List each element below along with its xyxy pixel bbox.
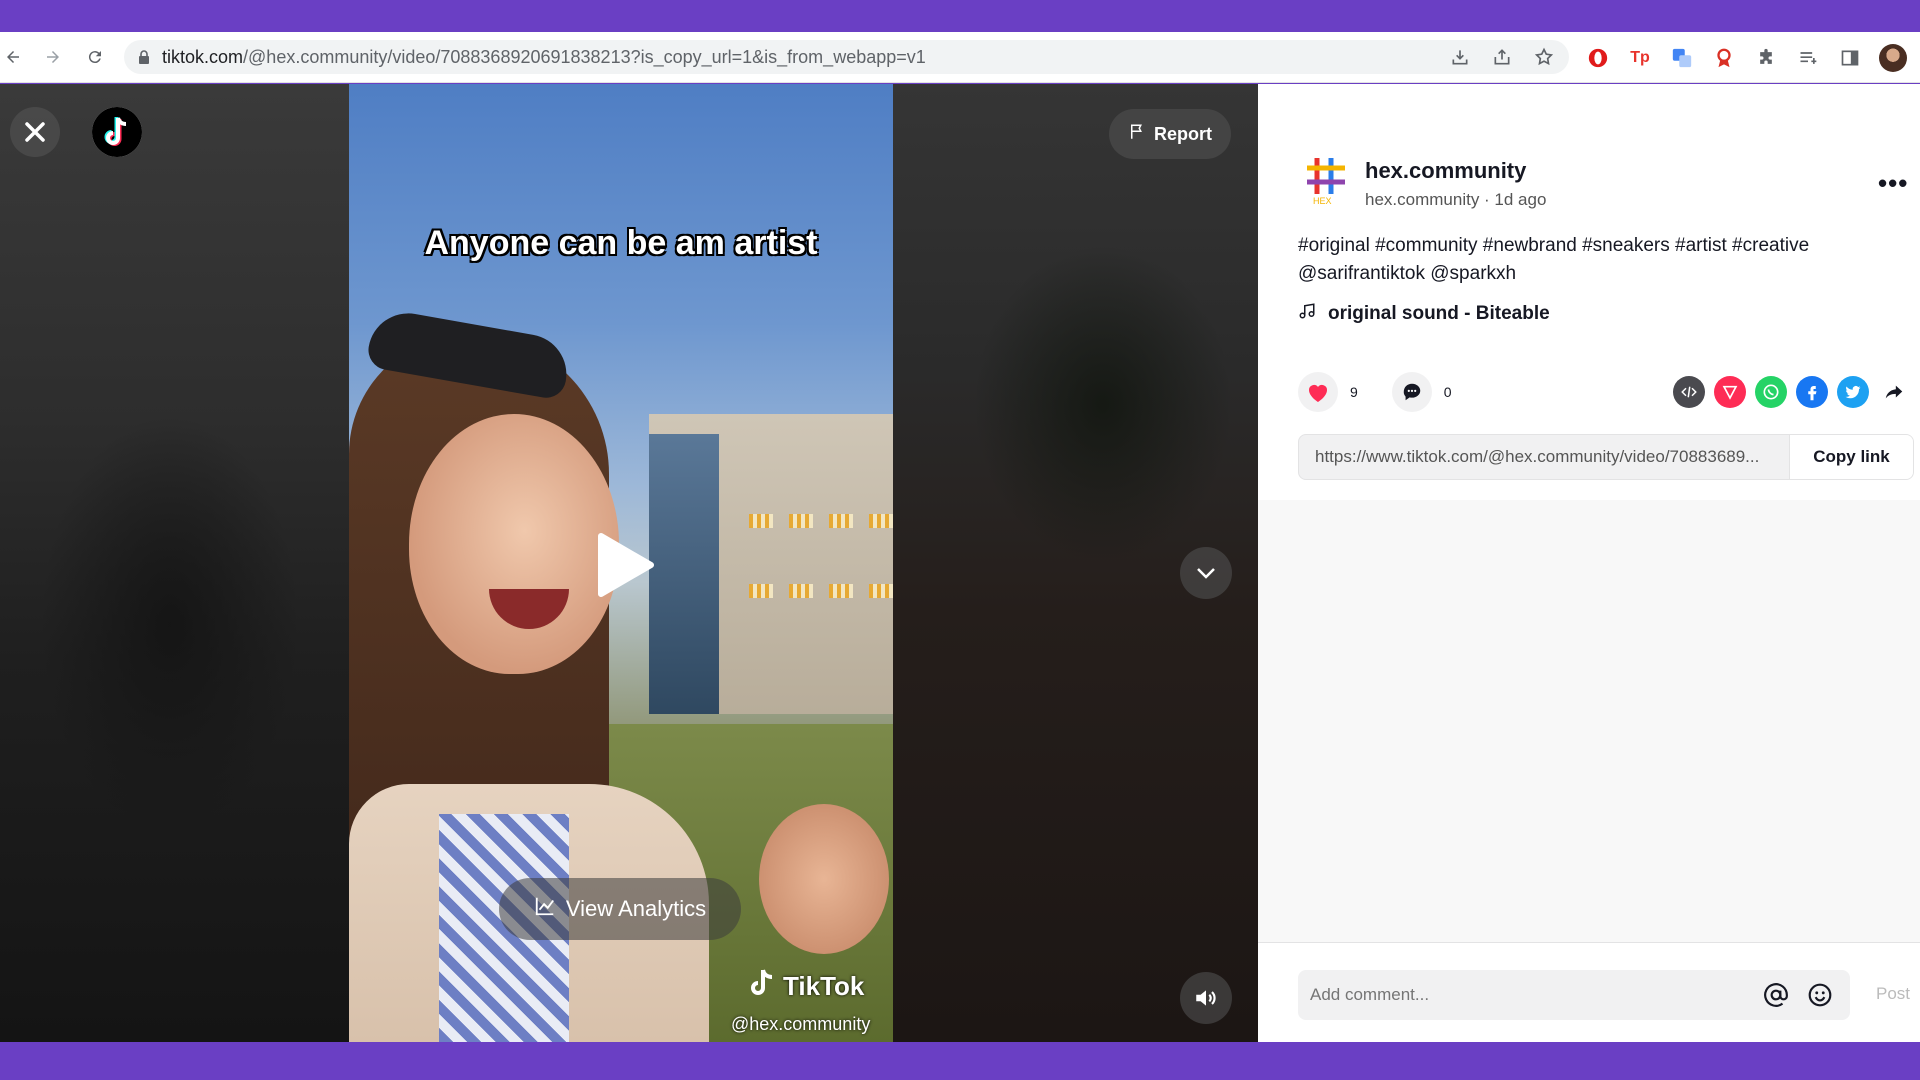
share-options — [1673, 376, 1910, 408]
speaker-icon — [1196, 990, 1216, 1006]
address-bar[interactable]: tiktok.com/@hex.community/video/70883689… — [124, 40, 1569, 74]
report-button[interactable]: Report — [1109, 109, 1231, 159]
comment-input[interactable] — [1298, 985, 1762, 1005]
reading-list-icon[interactable] — [1795, 45, 1821, 71]
extensions-puzzle-icon[interactable] — [1753, 45, 1779, 71]
mention-at-icon[interactable] — [1762, 981, 1790, 1009]
video-building — [649, 414, 893, 714]
share-arrow-icon[interactable] — [1878, 376, 1910, 408]
video-frame[interactable]: Anyone can be am artist View Analytics T… — [349, 84, 893, 1042]
close-button[interactable] — [10, 107, 60, 157]
browser-toolbar: tiktok.com/@hex.community/video/70883689… — [0, 32, 1920, 83]
video-player-area: Anyone can be am artist View Analytics T… — [0, 84, 1258, 1042]
view-analytics-label: View Analytics — [565, 896, 707, 921]
post-info: HEX hex.community hex.community · 1d ago… — [1258, 84, 1920, 500]
copy-link-box: https://www.tiktok.com/@hex.community/vi… — [1298, 434, 1914, 480]
embed-icon[interactable] — [1673, 376, 1705, 408]
blurred-background-left — [0, 84, 349, 1042]
view-analytics-button[interactable]: View Analytics — [499, 878, 741, 940]
video-link[interactable]: https://www.tiktok.com/@hex.community/vi… — [1299, 447, 1789, 467]
video-caption: Anyone can be am artist — [424, 224, 818, 262]
report-label: Report — [1154, 123, 1212, 144]
post-description: #original #community #newbrand #sneakers… — [1298, 232, 1898, 288]
comment-bubble-icon — [1403, 383, 1421, 401]
forward-icon[interactable] — [40, 44, 66, 70]
author-meta: hex.community · 1d ago — [1365, 190, 1547, 209]
watermark-brand: TikTok — [783, 971, 865, 1001]
next-video-button[interactable] — [1180, 547, 1232, 599]
play-icon[interactable] — [595, 532, 655, 598]
volume-button[interactable] — [1180, 972, 1232, 1024]
like-button[interactable] — [1298, 372, 1338, 412]
reload-icon[interactable] — [82, 44, 108, 70]
twitter-icon[interactable] — [1837, 376, 1869, 408]
music-note-icon — [1298, 302, 1316, 326]
author-avatar[interactable]: HEX — [1302, 156, 1350, 206]
sound-link[interactable]: original sound - Biteable — [1298, 302, 1550, 326]
video-person-face — [409, 414, 619, 674]
tp-extension-icon[interactable]: Tp — [1627, 45, 1653, 71]
comment-count: 0 — [1443, 384, 1452, 400]
analytics-chart-icon — [534, 895, 556, 923]
tiktok-logo-icon[interactable] — [92, 107, 142, 157]
watermark-handle: @hex.community — [731, 1014, 871, 1034]
sound-name: original sound - Biteable — [1328, 303, 1550, 324]
share-page-icon[interactable] — [1491, 46, 1513, 68]
send-to-friends-icon[interactable] — [1714, 376, 1746, 408]
opera-extension-icon[interactable] — [1585, 45, 1611, 71]
comment-input-wrapper — [1298, 970, 1850, 1020]
url-text: tiktok.com/@hex.community/video/70883689… — [162, 46, 926, 67]
post-comment-button[interactable]: Post — [1876, 984, 1910, 1004]
heart-icon — [1309, 385, 1327, 402]
bookmark-star-icon[interactable] — [1533, 46, 1555, 68]
chevron-down-icon — [1197, 568, 1215, 579]
mentions[interactable]: @sarifrantiktok @sparkxh — [1298, 260, 1898, 288]
screen-frame-top — [0, 0, 1920, 32]
install-icon[interactable] — [1449, 46, 1471, 68]
side-panel-icon[interactable] — [1837, 45, 1863, 71]
back-icon[interactable] — [0, 44, 26, 70]
copy-link-button[interactable]: Copy link — [1789, 435, 1913, 479]
like-count: 9 — [1350, 384, 1358, 400]
video-hand — [759, 804, 889, 954]
ribbon-extension-icon[interactable] — [1711, 45, 1737, 71]
author-name[interactable]: hex.community — [1365, 158, 1526, 184]
hashtags[interactable]: #original #community #newbrand #sneakers… — [1298, 232, 1898, 260]
lock-icon — [138, 49, 152, 65]
engagement-actions: 9 0 — [1298, 372, 1486, 412]
tiktok-watermark: TikTok — [749, 968, 864, 1005]
facebook-icon[interactable] — [1796, 376, 1828, 408]
translate-extension-icon[interactable] — [1669, 45, 1695, 71]
comment-bar: Post — [1258, 942, 1920, 1042]
whatsapp-icon[interactable] — [1755, 376, 1787, 408]
tiktok-note-icon — [749, 968, 777, 1005]
profile-avatar[interactable] — [1879, 44, 1907, 72]
post-details-panel: HEX hex.community hex.community · 1d ago… — [1258, 84, 1920, 1042]
screen-frame-bottom — [0, 1042, 1920, 1080]
flag-icon — [1128, 123, 1146, 146]
emoji-icon[interactable] — [1806, 981, 1834, 1009]
comment-button[interactable] — [1391, 372, 1432, 412]
more-options-icon[interactable]: ••• — [1878, 168, 1908, 199]
svg-text:HEX: HEX — [1313, 196, 1332, 206]
